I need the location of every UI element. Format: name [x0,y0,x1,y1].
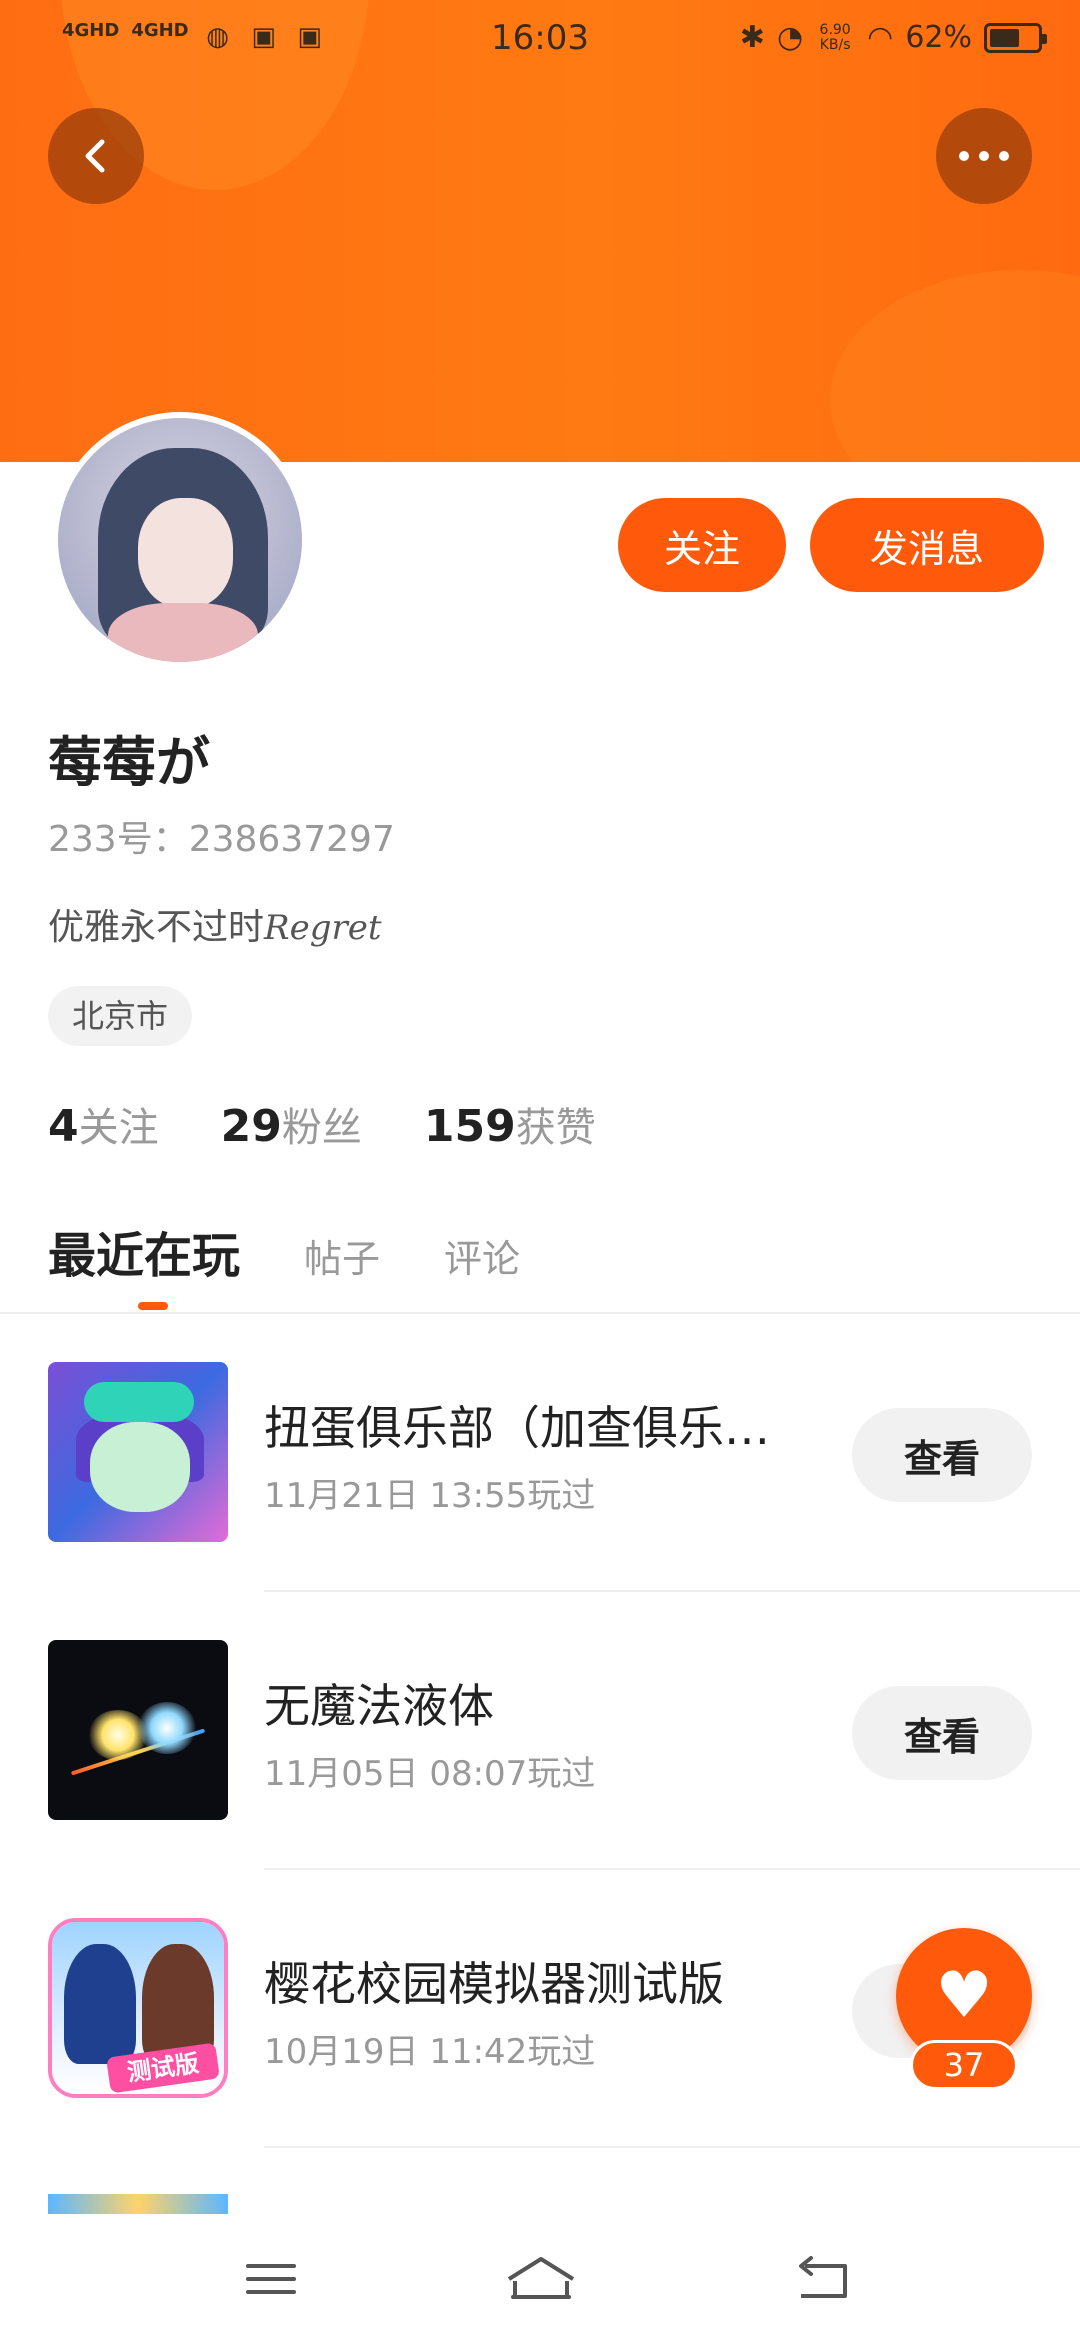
more-button[interactable] [936,108,1032,204]
wechat-icon: ◍ [206,22,229,52]
profile-tabs: 最近在玩 帖子 评论 [48,1216,520,1286]
list-item[interactable]: 无魔法液体 11月05日 08:07玩过 查看 [0,1592,1080,1870]
network-indicators: 4GHD 4GHD ◍ ▣ ▣ [62,20,327,53]
battery-percent: 62% [905,20,972,55]
menu-icon [246,2255,296,2303]
return-icon [799,2256,847,2298]
stat-number: 4 [48,1101,79,1152]
stat-number: 29 [220,1101,282,1152]
stat-following[interactable]: 4关注 [48,1095,159,1153]
heart-icon: ♥ [935,1959,993,2033]
game-icon [48,1640,228,1820]
game-icon [48,2194,228,2214]
game-title: 樱花校园模拟器测试版 [264,1957,724,2011]
signal-indicator: 4GHD [131,20,189,41]
profile-banner: 4GHD 4GHD ◍ ▣ ▣ 16:03 ✱ ◔ 6.90 KB/s ◠ 62… [0,0,1080,462]
back-button[interactable] [48,108,144,204]
game-title: 扭蛋俱乐部（加查俱乐… [264,1401,770,1455]
network-speed: 6.90 KB/s [815,21,855,53]
user-id: 233号：238637297 [48,819,395,860]
tab-recently-played[interactable]: 最近在玩 [48,1216,240,1286]
view-button[interactable]: 查看 [852,1686,1032,1780]
follow-button[interactable]: 关注 [618,498,786,592]
more-dots-icon [959,151,1009,161]
divider [264,2146,1080,2148]
played-time: 10月19日 11:42玩过 [264,2032,596,2072]
like-count: 37 [910,2040,1018,2090]
game-icon [48,1362,228,1542]
speed-unit: KB/s [819,36,851,53]
list-item[interactable]: 扭蛋俱乐部（加查俱乐… 11月21日 13:55玩过 查看 [0,1314,1080,1592]
stat-number: 159 [423,1101,516,1152]
active-tab-indicator [138,1302,168,1310]
played-time: 11月05日 08:07玩过 [264,1754,596,1794]
banner-decoration [830,270,1080,462]
menu-button[interactable] [226,2244,316,2314]
status-bar: 4GHD 4GHD ◍ ▣ ▣ 16:03 ✱ ◔ 6.90 KB/s ◠ 62… [0,0,1080,84]
game-title: 无魔法液体 [264,1679,494,1733]
avatar[interactable] [52,412,308,668]
speed-value: 6.90 [819,21,851,38]
back-nav-button[interactable] [778,2244,868,2314]
tab-comments[interactable]: 评论 [444,1228,520,1283]
played-time: 11月21日 13:55玩过 [264,1476,596,1516]
stat-likes[interactable]: 159获赞 [424,1095,596,1153]
game-icon: 测试版 [48,1918,228,2098]
app-notification-icon: ▣ [251,22,276,52]
battery-fill [990,28,1019,47]
profile-stats: 4关注 29粉丝 159获赞 [48,1095,596,1153]
wifi-icon: ◠ [867,20,894,55]
bio-script-text: Regret [264,908,382,948]
tab-posts[interactable]: 帖子 [304,1228,380,1283]
send-message-button[interactable]: 发消息 [810,498,1044,592]
stat-followers[interactable]: 29粉丝 [221,1095,362,1153]
view-button[interactable]: 查看 [852,1408,1032,1502]
chevron-left-icon [85,139,105,173]
system-nav-bar [0,2214,1080,2340]
avatar-image [58,418,302,662]
app-notification-icon: ▣ [297,22,322,52]
username: 莓莓が [48,731,210,794]
location-tag: 北京市 [48,986,193,1046]
stat-label: 获赞 [515,1105,596,1151]
home-button[interactable] [496,2244,586,2314]
status-right: ✱ ◔ 6.90 KB/s ◠ 62% [739,20,1047,55]
stat-label: 关注 [78,1105,159,1151]
battery-icon [984,22,1047,53]
home-icon [507,2257,575,2299]
bluetooth-icon: ✱ [739,20,765,55]
user-bio: 优雅永不过时Regret [48,898,382,950]
signal-indicator: 4GHD [62,20,120,41]
clock: 16:03 [491,18,589,58]
stat-label: 粉丝 [281,1105,362,1151]
alarm-icon: ◔ [776,20,804,55]
bio-text: 优雅永不过时 [48,907,265,948]
